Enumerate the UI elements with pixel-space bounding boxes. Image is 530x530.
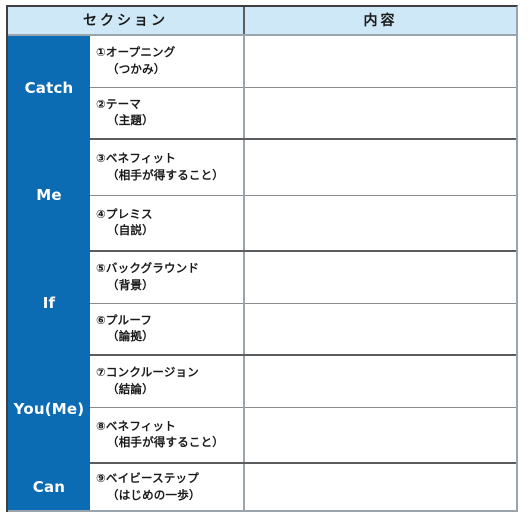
content-cell[interactable] [244, 407, 516, 464]
section-label-you-me: You(Me) [8, 355, 90, 463]
item-line-1: ④プレミス [96, 206, 153, 221]
item-line-2: （結論） [107, 381, 154, 396]
presentation-structure-table: セクション 内容 Catch ①オープニング （つかみ） ②テーマ （主題） M… [8, 7, 516, 512]
item-line-1: ⑥プルーフ [96, 312, 153, 327]
table-row: If ⑤バックグラウンド （背景） [8, 251, 516, 355]
content-cell[interactable] [244, 139, 516, 196]
content-cell[interactable] [244, 303, 516, 356]
item-line-1: ②テーマ [96, 96, 142, 111]
table-header: セクション 内容 [8, 7, 516, 36]
item-line-2: （背景） [107, 277, 154, 292]
content-cell[interactable] [244, 251, 516, 304]
item-cell: ①オープニング （つかみ） [90, 35, 245, 88]
content-cell[interactable] [244, 87, 516, 140]
item-cell: ④プレミス （自説） [90, 195, 245, 252]
item-line-1: ⑤バックグラウンド [96, 261, 200, 276]
item-line-2: （相手が得すること） [107, 435, 224, 450]
content-cell[interactable] [244, 195, 516, 252]
column-header-content: 内容 [244, 7, 516, 36]
worksheet-page: セクション 内容 Catch ①オープニング （つかみ） ②テーマ （主題） M… [0, 0, 530, 530]
item-line-1: ③ベネフィット [96, 151, 176, 166]
item-cell: ⑨ベイビーステップ （はじめの一歩） [90, 463, 245, 512]
section-label-me: Me [8, 139, 90, 251]
section-label-if: If [8, 251, 90, 355]
content-cell[interactable] [244, 35, 516, 88]
item-line-2: （論拠） [107, 329, 154, 344]
content-cell[interactable] [244, 355, 516, 408]
table-row: You(Me) ⑦コンクルージョン （結論） [8, 355, 516, 463]
item-line-1: ⑧ベネフィット [96, 418, 176, 433]
item-cell: ⑥プルーフ （論拠） [90, 303, 245, 356]
item-line-1: ⑦コンクルージョン [96, 365, 199, 380]
item-line-1: ⑨ベイビーステップ [96, 471, 199, 486]
table-row: Can ⑨ベイビーステップ （はじめの一歩） [8, 463, 516, 512]
item-cell: ⑦コンクルージョン （結論） [90, 355, 245, 408]
item-line-2: （つかみ） [107, 61, 166, 76]
item-line-2: （相手が得すること） [107, 167, 224, 182]
item-line-1: ①オープニング [96, 45, 176, 60]
header-row: セクション 内容 [8, 7, 516, 36]
plan-table-container: セクション 内容 Catch ①オープニング （つかみ） ②テーマ （主題） M… [6, 5, 518, 512]
table-body: Catch ①オープニング （つかみ） ②テーマ （主題） Me ③ベネフィット… [8, 35, 516, 512]
section-label-can: Can [8, 463, 90, 512]
item-cell: ⑤バックグラウンド （背景） [90, 251, 245, 304]
item-line-2: （主題） [107, 113, 154, 128]
item-cell: ⑧ベネフィット （相手が得すること） [90, 407, 245, 464]
item-cell: ②テーマ （主題） [90, 87, 245, 140]
item-cell: ③ベネフィット （相手が得すること） [90, 139, 245, 196]
section-label-catch: Catch [8, 35, 90, 139]
column-header-section: セクション [8, 7, 245, 36]
content-cell[interactable] [244, 463, 516, 512]
item-line-2: （自説） [107, 223, 154, 238]
item-line-2: （はじめの一歩） [107, 487, 201, 502]
table-row: Me ③ベネフィット （相手が得すること） [8, 139, 516, 251]
table-row: Catch ①オープニング （つかみ） [8, 35, 516, 139]
